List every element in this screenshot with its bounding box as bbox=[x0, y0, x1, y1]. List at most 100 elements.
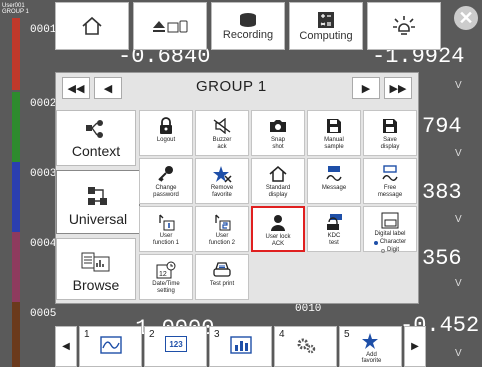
standard-display-label: Standard display bbox=[265, 185, 291, 198]
tab-browse-label: Browse bbox=[72, 277, 120, 293]
tab-context-label: Context bbox=[71, 143, 121, 159]
favorite-number: 1 bbox=[84, 329, 90, 340]
add-favorite-label: Add favorite bbox=[361, 352, 382, 364]
change-password-button[interactable]: Change password bbox=[139, 158, 193, 204]
context-icon bbox=[86, 120, 103, 138]
printer-icon bbox=[213, 262, 231, 277]
digital-label-option-character: Character bbox=[373, 239, 407, 246]
camera-icon bbox=[270, 120, 286, 132]
digital-label-icon bbox=[381, 212, 399, 229]
date-time-setting-button[interactable]: 12 Date/Time setting bbox=[139, 254, 193, 300]
favorite-2-button[interactable]: 2 123 bbox=[144, 326, 207, 367]
user-lock-ack-button[interactable]: User lock ACK bbox=[251, 206, 305, 252]
tab-browse[interactable]: Browse bbox=[56, 238, 136, 300]
unit-label: V bbox=[455, 278, 462, 289]
save-display-icon bbox=[383, 119, 397, 133]
favorite-4-button[interactable]: 4 bbox=[274, 326, 337, 367]
media-button[interactable] bbox=[133, 2, 207, 50]
gear-icon bbox=[297, 338, 316, 354]
tab-universal-label: Universal bbox=[68, 211, 128, 227]
recording-button[interactable]: Recording bbox=[211, 2, 285, 50]
radio-unselected-icon bbox=[380, 248, 385, 253]
computing-label: Computing bbox=[299, 29, 353, 42]
favorite-1-button[interactable]: 1 bbox=[79, 326, 142, 367]
date-time-setting-label: Date/Time setting bbox=[152, 281, 180, 294]
option-character-label: Character bbox=[379, 239, 407, 245]
function-panel: ◀◀ ◀ GROUP 1 ▶ ▶▶ Context Universal Brow… bbox=[55, 72, 419, 304]
buzzer-ack-button[interactable]: Buzzer ack bbox=[195, 110, 249, 156]
save-icon bbox=[327, 119, 341, 133]
option-digit-label: Digit bbox=[386, 247, 399, 253]
group-name: GROUP 1 bbox=[2, 9, 29, 15]
message-label: Message bbox=[321, 185, 347, 191]
test-print-button[interactable]: Test print bbox=[195, 254, 249, 300]
user-function-2-button[interactable]: User function 2 bbox=[195, 206, 249, 252]
message-button[interactable]: Message bbox=[307, 158, 361, 204]
close-button[interactable]: ✕ bbox=[454, 6, 478, 30]
prev-group-button[interactable]: ◀ bbox=[94, 77, 122, 99]
next-group-button[interactable]: ▶ bbox=[352, 77, 380, 99]
remove-favorite-label: Remove favorite bbox=[210, 185, 234, 198]
channel-number: 0010 bbox=[295, 303, 322, 315]
user-function-2-label: User function 2 bbox=[208, 233, 236, 246]
user-function-1-icon bbox=[159, 214, 175, 231]
double-right-icon: ▶▶ bbox=[389, 82, 407, 95]
favorites-prev-button[interactable]: ◀ bbox=[55, 326, 77, 367]
snapshot-button[interactable]: Snap shot bbox=[251, 110, 305, 156]
favorite-3-button[interactable]: 3 bbox=[209, 326, 272, 367]
group-title: GROUP 1 bbox=[196, 78, 267, 95]
browse-icon bbox=[81, 252, 110, 272]
add-favorite-button[interactable]: 5 Add favorite bbox=[339, 326, 402, 367]
channel-color-strip bbox=[12, 232, 20, 304]
save-display-button[interactable]: Save display bbox=[363, 110, 417, 156]
favorites-next-button[interactable]: ▶ bbox=[404, 326, 426, 367]
logout-label: Logout bbox=[156, 137, 176, 143]
status-info: User001 GROUP 1 bbox=[2, 3, 29, 15]
light-icon bbox=[393, 16, 415, 35]
group-navigation: ◀◀ ◀ GROUP 1 ▶ ▶▶ bbox=[56, 73, 420, 103]
tab-universal[interactable]: Universal bbox=[56, 170, 140, 234]
trend-icon bbox=[100, 336, 122, 354]
favorite-number: 2 bbox=[149, 329, 155, 340]
free-message-button[interactable]: Free message bbox=[363, 158, 417, 204]
remove-favorite-button[interactable]: Remove favorite bbox=[195, 158, 249, 204]
standard-display-button[interactable]: Standard display bbox=[251, 158, 305, 204]
measured-value: 356 bbox=[422, 246, 462, 271]
unit-label: V bbox=[455, 214, 462, 225]
buzzer-mute-icon bbox=[213, 118, 231, 134]
computing-button[interactable]: Computing bbox=[289, 2, 363, 50]
tab-context[interactable]: Context bbox=[56, 110, 136, 166]
user-function-1-button[interactable]: User function 1 bbox=[139, 206, 193, 252]
measured-value: 383 bbox=[422, 180, 462, 205]
free-message-icon bbox=[382, 165, 398, 181]
channel-color-strip bbox=[12, 18, 20, 90]
calculator-icon bbox=[318, 11, 334, 28]
right-arrow-icon: ▶ bbox=[361, 82, 371, 95]
home-icon bbox=[82, 16, 102, 35]
digital-label-option-digit: Digit bbox=[380, 247, 399, 254]
home-button[interactable] bbox=[55, 2, 129, 50]
manual-sample-button[interactable]: Manual sample bbox=[307, 110, 361, 156]
free-message-label: Free message bbox=[377, 185, 403, 198]
left-arrow-icon: ◀ bbox=[103, 82, 113, 95]
kdc-icon bbox=[327, 214, 342, 230]
star-icon bbox=[362, 333, 378, 349]
manual-sample-label: Manual sample bbox=[324, 137, 344, 150]
logout-button[interactable]: Logout bbox=[139, 110, 193, 156]
kdc-test-button[interactable]: KDC test bbox=[307, 206, 361, 252]
digital-label-button[interactable]: Digital label Character Digit bbox=[363, 206, 417, 254]
bar-graph-icon bbox=[230, 336, 252, 354]
top-toolbar: Recording Computing bbox=[55, 0, 445, 52]
channel-number: 0002 bbox=[30, 98, 57, 110]
close-icon: ✕ bbox=[458, 7, 474, 28]
kdc-test-label: KDC test bbox=[327, 233, 341, 246]
buzzer-ack-label: Buzzer ack bbox=[212, 137, 232, 150]
first-group-button[interactable]: ◀◀ bbox=[62, 77, 90, 99]
last-group-button[interactable]: ▶▶ bbox=[384, 77, 412, 99]
radio-selected-icon bbox=[373, 240, 378, 245]
function-grid: Logout Buzzer ack Snap shot Manual sample S… bbox=[139, 110, 417, 300]
light-button[interactable] bbox=[367, 2, 441, 50]
left-arrow-icon: ◀ bbox=[62, 341, 70, 352]
eject-media-icon bbox=[153, 20, 188, 33]
unit-label: V bbox=[455, 80, 462, 91]
